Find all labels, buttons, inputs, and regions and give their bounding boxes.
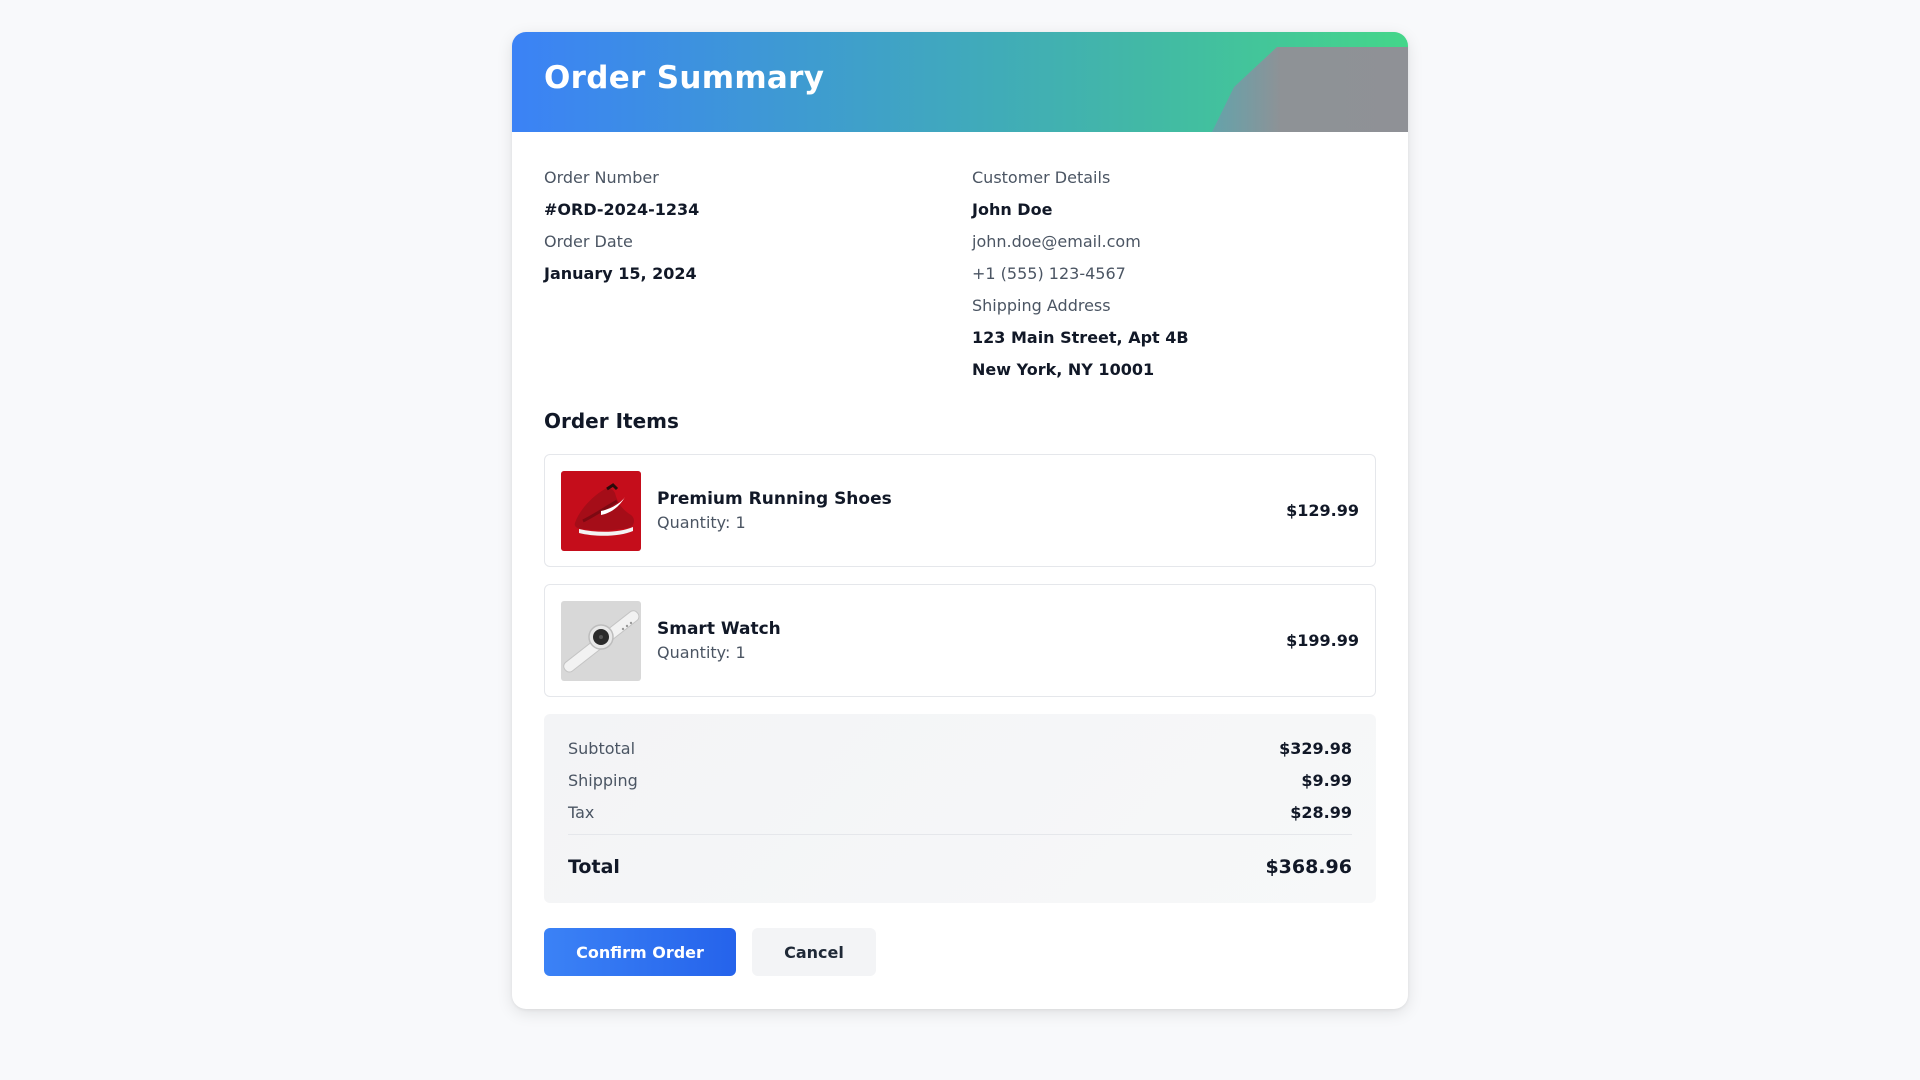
shipping-label: Shipping: [568, 770, 638, 790]
total-label: Total: [568, 856, 620, 878]
order-items-title: Order Items: [544, 409, 679, 433]
subtotal-label: Subtotal: [568, 738, 636, 758]
header-decoration: [1212, 47, 1408, 132]
address-line-2: New York, NY 10001: [972, 360, 1155, 379]
customer-phone: +1 (555) 123-4567: [972, 264, 1126, 283]
total-row: Total $368.96: [568, 841, 1352, 893]
list-item: Premium Running Shoes Quantity: 1 $129.9…: [544, 454, 1376, 567]
address-line-1: 123 Main Street, Apt 4B: [972, 328, 1189, 347]
order-number-value: #ORD-2024-1234: [544, 200, 700, 219]
tax-row: Tax $28.99: [568, 796, 1352, 828]
cancel-button[interactable]: Cancel: [752, 928, 876, 976]
item-price: $199.99: [1286, 631, 1359, 650]
customer-email: john.doe@email.com: [972, 232, 1141, 251]
customer-details-label: Customer Details: [972, 168, 1111, 187]
item-name: Smart Watch: [657, 618, 781, 639]
confirm-order-button[interactable]: Confirm Order: [544, 928, 736, 976]
card-header: Order Summary: [512, 32, 1408, 132]
shipping-address-label: Shipping Address: [972, 296, 1111, 315]
shipping-value: $9.99: [1301, 770, 1352, 790]
action-bar: Confirm Order Cancel: [544, 928, 1376, 976]
tax-label: Tax: [568, 802, 595, 822]
smart-watch-image: [561, 600, 641, 681]
page-title: Order Summary: [544, 60, 825, 96]
shipping-row: Shipping $9.99: [568, 764, 1352, 796]
item-price: $129.99: [1286, 501, 1359, 520]
price-summary: Subtotal $329.98 Shipping $9.99 Tax $28.…: [544, 714, 1376, 903]
list-item: Smart Watch Quantity: 1 $199.99: [544, 584, 1376, 697]
subtotal-value: $329.98: [1279, 738, 1352, 758]
summary-divider: [568, 834, 1352, 835]
order-number-label: Order Number: [544, 168, 659, 187]
order-date-value: January 15, 2024: [544, 264, 697, 283]
total-value: $368.96: [1265, 856, 1352, 878]
item-name: Premium Running Shoes: [657, 488, 892, 509]
subtotal-row: Subtotal $329.98: [568, 732, 1352, 764]
customer-info: Customer Details John Doe john.doe@email…: [972, 162, 1376, 386]
running-shoe-image: [561, 470, 641, 551]
item-quantity: Quantity: 1: [657, 642, 746, 662]
item-quantity: Quantity: 1: [657, 512, 746, 532]
order-date-label: Order Date: [544, 232, 633, 251]
customer-name: John Doe: [972, 200, 1053, 219]
order-items-list: Premium Running Shoes Quantity: 1 $129.9…: [544, 454, 1376, 697]
order-info: Order Number #ORD-2024-1234 Order Date J…: [544, 162, 972, 386]
tax-value: $28.99: [1290, 802, 1352, 822]
order-summary-card: Order Summary Order Number #ORD-2024-123…: [512, 32, 1408, 1009]
